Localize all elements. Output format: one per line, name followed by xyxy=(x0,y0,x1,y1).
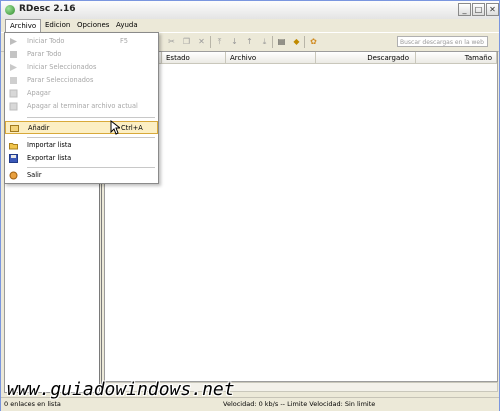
column-header-estado[interactable]: Estado xyxy=(162,52,226,64)
folder-open-icon xyxy=(9,141,18,150)
menu-item-apagar-al-terminar[interactable]: Apagar al terminar archivo actual xyxy=(5,100,158,113)
menu-separator xyxy=(27,167,155,168)
menu-item-parar-todo[interactable]: Parar Todo xyxy=(5,48,158,61)
column-header-archivo[interactable]: Archivo xyxy=(226,52,316,64)
menu-ayuda[interactable]: Ayuda xyxy=(112,20,142,31)
archivo-dropdown-menu: Iniciar Todo F5 Parar Todo Iniciar Selec… xyxy=(4,32,159,184)
menu-separator xyxy=(27,137,155,138)
menu-item-salir[interactable]: Salir xyxy=(5,169,158,182)
window-title: RDesc 2.16 xyxy=(19,4,76,14)
menu-item-label: Exportar lista xyxy=(27,154,72,162)
move-down-icon[interactable]: ↓ xyxy=(230,37,239,46)
app-logo-icon xyxy=(5,5,15,15)
toolbar-separator xyxy=(272,36,273,48)
menu-separator xyxy=(27,117,155,118)
title-bar[interactable]: RDesc 2.16 _ □ ✕ xyxy=(1,1,499,20)
menu-archivo[interactable]: Archivo xyxy=(5,19,42,33)
move-up-icon[interactable]: ↑ xyxy=(245,37,254,46)
power-icon xyxy=(9,89,18,98)
menu-item-label: Añadir xyxy=(28,124,50,132)
play-selected-icon xyxy=(9,63,18,72)
menu-item-importar-lista[interactable]: Importar lista xyxy=(5,139,158,152)
delete-icon[interactable]: ✕ xyxy=(197,37,206,46)
maximize-button[interactable]: □ xyxy=(472,3,485,16)
menu-item-iniciar-todo[interactable]: Iniciar Todo F5 xyxy=(5,35,158,48)
app-window: RDesc 2.16 _ □ ✕ Archivo Edicion Opcione… xyxy=(0,0,500,411)
add-link-icon xyxy=(10,124,19,133)
menu-item-label: Iniciar Seleccionados xyxy=(27,63,97,71)
play-icon xyxy=(9,37,18,46)
settings-icon[interactable]: ✿ xyxy=(309,37,318,46)
toolbar-separator xyxy=(304,36,305,48)
menu-item-label: Salir xyxy=(27,171,42,179)
document-icon[interactable]: ▤ xyxy=(277,37,286,46)
copy-icon[interactable]: ❐ xyxy=(182,37,191,46)
menu-opciones[interactable]: Opciones xyxy=(73,20,113,31)
menu-item-label: Parar Seleccionados xyxy=(27,76,94,84)
menu-item-iniciar-seleccionados[interactable]: Iniciar Seleccionados xyxy=(5,61,158,74)
cut-icon[interactable]: ✂ xyxy=(167,37,176,46)
column-header-tamano[interactable]: Tamaño xyxy=(416,52,497,64)
stop-selected-icon xyxy=(9,76,18,85)
menu-item-label: Iniciar Todo xyxy=(27,37,65,45)
toolbar-separator xyxy=(210,36,211,48)
menu-edicion[interactable]: Edicion xyxy=(41,20,74,31)
menu-item-label: Parar Todo xyxy=(27,50,62,58)
status-speed: Velocidad: 0 kb/s -- Limite Velocidad: S… xyxy=(223,400,376,408)
web-search-input[interactable]: Buscar descargas en la web xyxy=(397,36,488,47)
move-bottom-icon[interactable]: ⤓ xyxy=(260,37,269,46)
exit-icon xyxy=(9,171,18,180)
mouse-cursor-icon xyxy=(110,119,122,137)
menu-item-label: Importar lista xyxy=(27,141,72,149)
power-after-icon xyxy=(9,102,18,111)
downloads-list[interactable]: Estado Archivo Descargado Tamaño xyxy=(104,51,498,382)
tools-icon[interactable]: ◆ xyxy=(292,37,301,46)
menu-item-label: Apagar al terminar archivo actual xyxy=(27,102,138,110)
move-top-icon[interactable]: ⤒ xyxy=(215,37,224,46)
menu-item-parar-seleccionados[interactable]: Parar Seleccionados xyxy=(5,74,158,87)
menu-item-anadir[interactable]: Añadir Ctrl+A xyxy=(5,121,158,134)
menu-item-label: Apagar xyxy=(27,89,51,97)
minimize-button[interactable]: _ xyxy=(458,3,471,16)
stop-icon xyxy=(9,50,18,59)
close-button[interactable]: ✕ xyxy=(486,3,499,16)
menu-item-shortcut: F5 xyxy=(120,37,128,45)
menu-item-shortcut: Ctrl+A xyxy=(121,124,143,132)
menu-bar: Archivo Edicion Opciones Ayuda xyxy=(1,19,499,33)
menu-item-exportar-lista[interactable]: Exportar lista xyxy=(5,152,158,165)
column-header-descargado[interactable]: Descargado xyxy=(316,52,416,64)
save-disk-icon xyxy=(9,154,18,163)
menu-item-apagar[interactable]: Apagar xyxy=(5,87,158,100)
watermark-text: www.guiadowindows.net xyxy=(7,379,235,400)
